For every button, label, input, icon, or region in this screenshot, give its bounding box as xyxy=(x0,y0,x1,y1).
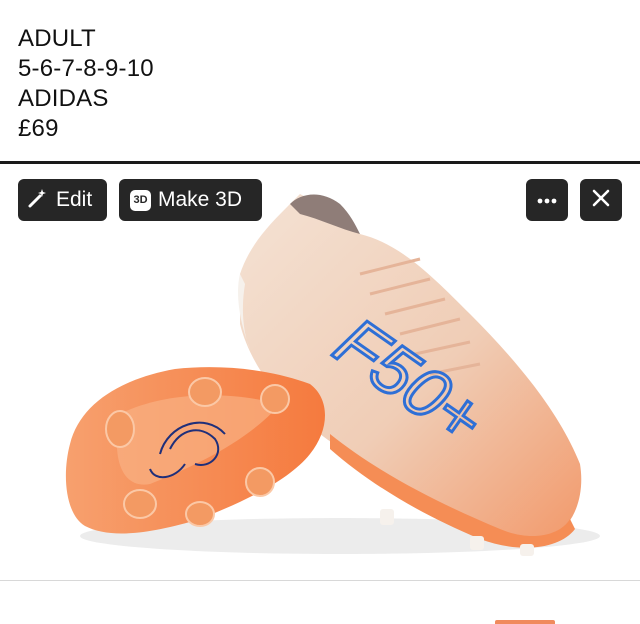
make-3d-button-label: Make 3D xyxy=(158,188,243,211)
make-3d-button[interactable]: 3D Make 3D xyxy=(119,179,262,221)
caption-line-sizes: 5-6-7-8-9-10 xyxy=(18,55,154,82)
more-options-button[interactable] xyxy=(526,179,568,221)
close-button[interactable] xyxy=(580,179,622,221)
photo-bottom-divider xyxy=(0,580,640,581)
edit-button-label: Edit xyxy=(56,188,93,211)
next-image-peek xyxy=(495,620,555,624)
right-boot: F50+ xyxy=(238,194,582,556)
edit-button[interactable]: Edit xyxy=(18,179,107,221)
close-icon xyxy=(592,189,610,212)
caption-line-category: ADULT xyxy=(18,25,96,52)
3d-icon: 3D xyxy=(130,189,151,211)
left-boot-soleplate xyxy=(65,367,325,534)
caption-line-price: £69 xyxy=(18,115,59,142)
magic-wand-icon xyxy=(27,187,49,214)
post-caption: ADULT 5-6-7-8-9-10 ADIDAS £69 xyxy=(18,24,154,144)
caption-line-brand: ADIDAS xyxy=(18,85,109,112)
product-photo[interactable]: F50+ xyxy=(0,164,640,580)
ellipsis-icon xyxy=(537,191,557,209)
football-boots-image: F50+ xyxy=(65,194,600,556)
